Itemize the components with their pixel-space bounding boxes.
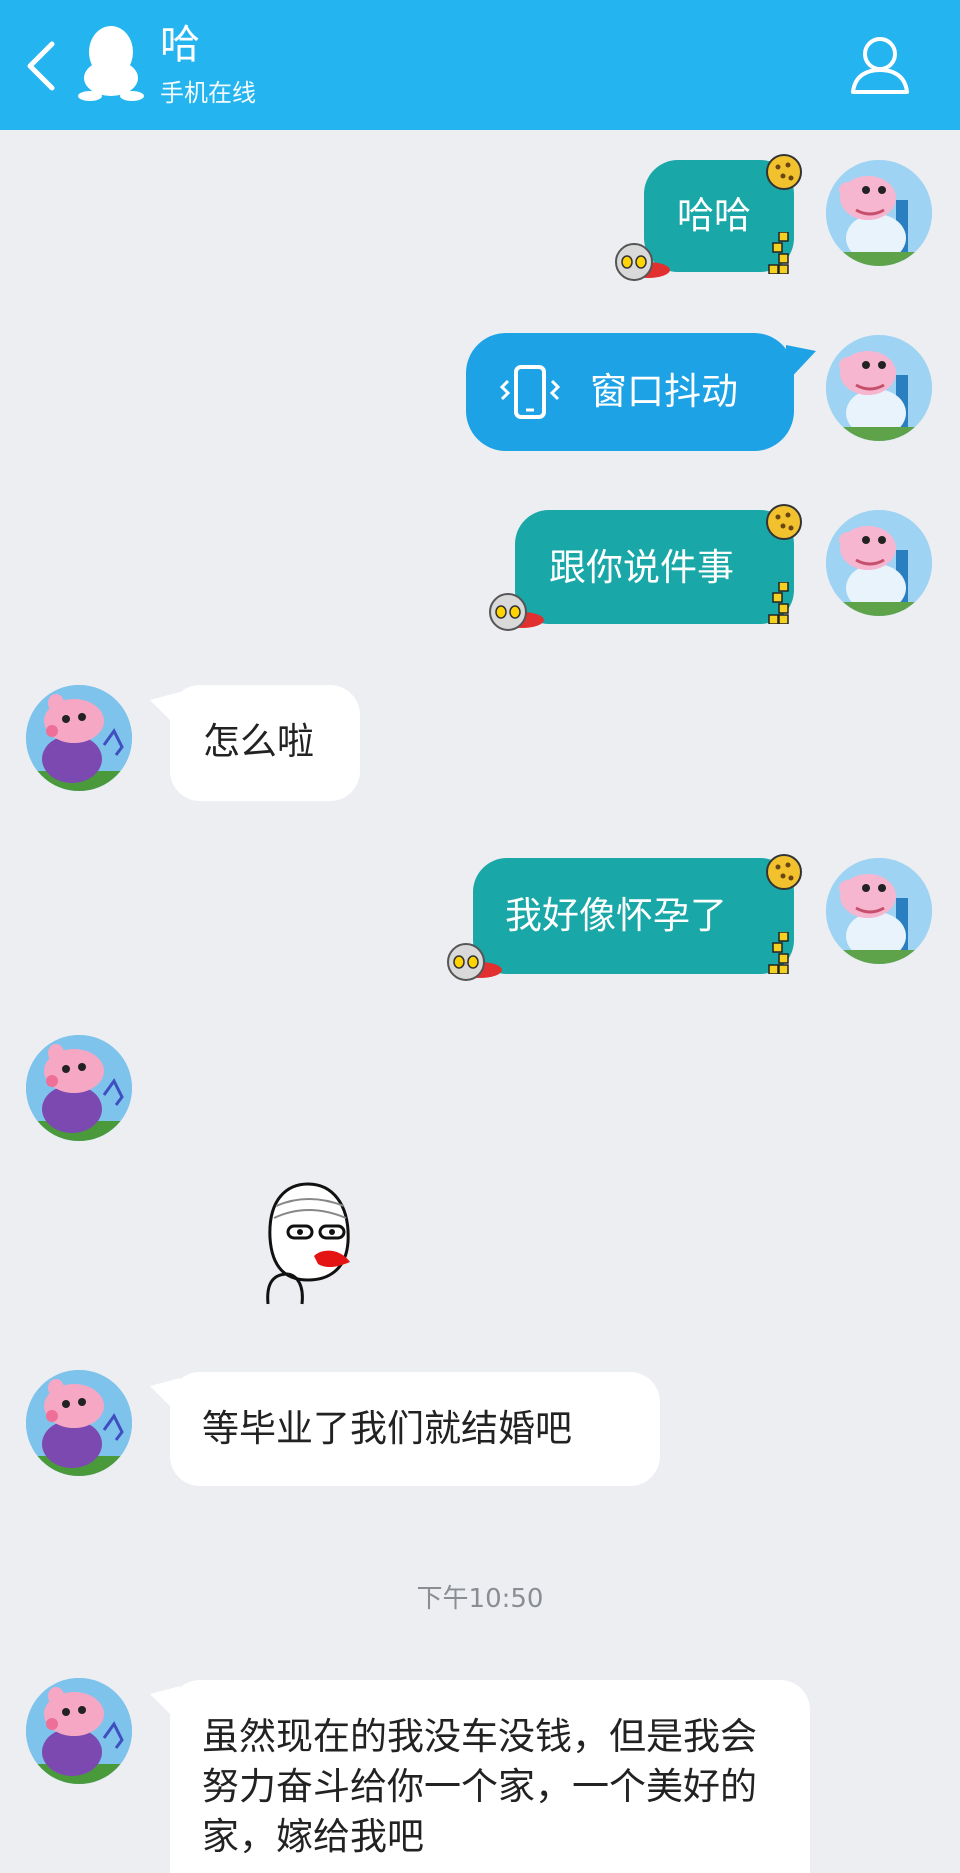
friend-avatar[interactable] bbox=[26, 1035, 132, 1141]
my-avatar[interactable] bbox=[826, 858, 932, 964]
my-avatar[interactable] bbox=[826, 160, 932, 266]
blocks-icon bbox=[768, 932, 789, 974]
friend-avatar[interactable] bbox=[26, 1678, 132, 1784]
cookie-icon bbox=[766, 504, 802, 540]
ultraman-icon bbox=[615, 243, 671, 281]
bubble-tail bbox=[786, 345, 816, 383]
friend-avatar[interactable] bbox=[26, 685, 132, 791]
ultraman-icon bbox=[447, 943, 503, 981]
message-bubble[interactable]: 我好像怀孕了 bbox=[473, 858, 794, 974]
my-avatar[interactable] bbox=[826, 335, 932, 441]
meme-face-bleeding-sticker[interactable] bbox=[258, 1178, 356, 1306]
message-bubble[interactable]: 虽然现在的我没车没钱，但是我会努力奋斗给你一个家，一个美好的家，嫁给我吧 bbox=[170, 1680, 810, 1873]
message-bubble[interactable]: 等毕业了我们就结婚吧 bbox=[170, 1372, 660, 1486]
timestamp: 下午10:50 bbox=[416, 1584, 544, 1614]
message-bubble[interactable]: 跟你说件事 bbox=[515, 510, 794, 624]
cookie-icon bbox=[766, 154, 802, 190]
back-button[interactable] bbox=[22, 38, 62, 94]
online-status: 手机在线 bbox=[160, 79, 256, 107]
chevron-left-icon bbox=[27, 41, 55, 91]
message-text: 等毕业了我们就结婚吧 bbox=[202, 1407, 572, 1450]
message-text: 我好像怀孕了 bbox=[505, 894, 727, 937]
chat-header: 哈 手机在线 bbox=[0, 0, 960, 130]
person-outline-icon bbox=[851, 37, 909, 94]
phone-vibrate-icon bbox=[499, 365, 561, 419]
message-text: 怎么啦 bbox=[203, 720, 314, 763]
profile-button[interactable] bbox=[845, 30, 915, 100]
blocks-icon bbox=[768, 582, 789, 624]
my-avatar[interactable] bbox=[826, 510, 932, 616]
message-text: 虽然现在的我没车没钱，但是我会努力奋斗给你一个家，一个美好的家，嫁给我吧 bbox=[202, 1715, 757, 1858]
cookie-icon bbox=[766, 854, 802, 890]
friend-avatar[interactable] bbox=[26, 1370, 132, 1476]
qq-penguin-icon bbox=[76, 22, 146, 102]
message-bubble[interactable]: 怎么啦 bbox=[170, 685, 360, 801]
ultraman-icon bbox=[489, 593, 545, 631]
message-text: 窗口抖动 bbox=[590, 370, 738, 413]
contact-name: 哈 bbox=[160, 22, 200, 68]
window-shake-bubble[interactable]: 窗口抖动 bbox=[466, 333, 794, 451]
message-text: 跟你说件事 bbox=[549, 546, 734, 589]
blocks-icon bbox=[768, 232, 789, 274]
